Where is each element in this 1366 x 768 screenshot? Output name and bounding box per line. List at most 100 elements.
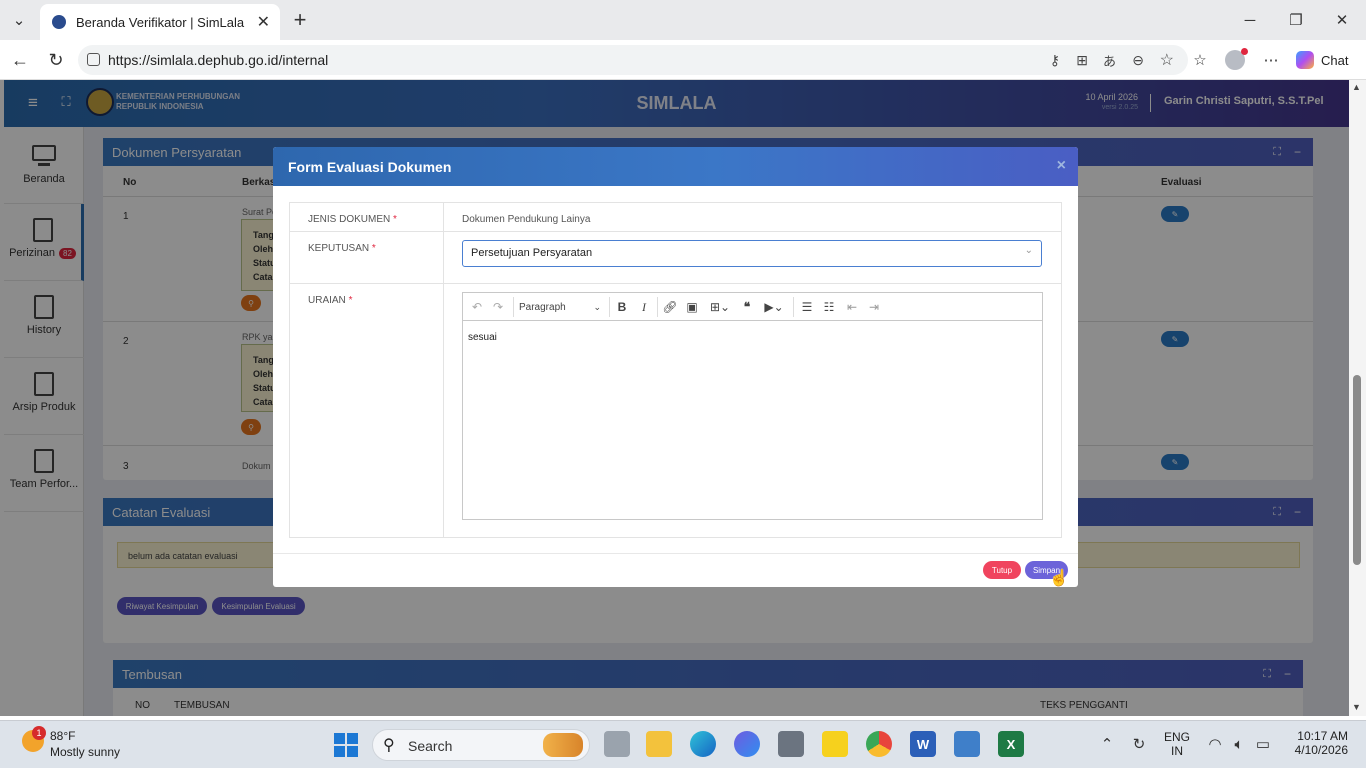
outdent-icon[interactable]: ⇤ <box>841 293 863 321</box>
copilot-icon <box>1296 51 1314 69</box>
camera-icon[interactable] <box>778 731 804 757</box>
new-tab-icon[interactable]: + <box>288 7 312 32</box>
copilot-app-icon[interactable] <box>734 731 760 757</box>
clock-time: 10:17 AM <box>1297 729 1348 743</box>
chevron-down-icon: ⌄ <box>593 301 601 312</box>
key-icon[interactable]: ⚷ <box>1050 52 1060 69</box>
divider <box>443 203 444 537</box>
windows-taskbar: 1 88°F Mostly sunny ⚲ Search W X ⌃ ↻ ENG… <box>0 720 1366 768</box>
divider <box>290 283 1061 284</box>
apps-icon[interactable]: ⊞ <box>1076 52 1088 69</box>
url-text: https://simlala.dephub.go.id/internal <box>108 52 329 68</box>
keputusan-label: KEPUTUSAN * <box>308 243 376 254</box>
notification-dot <box>1241 48 1248 55</box>
weather-desc[interactable]: Mostly sunny <box>50 745 120 759</box>
clock[interactable]: 10:17 AM 4/10/2026 <box>1286 729 1348 757</box>
numbered-list-icon[interactable]: ☷ <box>818 293 840 321</box>
image-upload-icon[interactable]: ▣ <box>681 293 703 321</box>
wifi-icon[interactable]: ◠ <box>1204 733 1226 755</box>
restore-icon[interactable]: ❐ <box>1284 8 1308 32</box>
close-tab-icon[interactable]: ✕ <box>257 12 270 32</box>
bulleted-list-icon[interactable]: ☰ <box>796 293 818 321</box>
battery-icon[interactable]: ▭ <box>1252 733 1274 755</box>
favorites-icon[interactable]: ☆ <box>1188 48 1212 72</box>
chrome-icon[interactable] <box>866 731 892 757</box>
back-icon[interactable]: ← <box>8 48 32 72</box>
windows-start-icon[interactable] <box>334 733 358 757</box>
weather-temp[interactable]: 88°F <box>50 729 75 743</box>
undo-icon[interactable]: ↶ <box>467 293 487 321</box>
browser-tab-bar: ⌄ Beranda Verifikator | SimLala ✕ + ─ ❐ … <box>0 0 1366 40</box>
excel-icon[interactable]: X <box>998 731 1024 757</box>
modal-header: Form Evaluasi Dokumen × <box>273 147 1078 186</box>
form-evaluasi-modal: Form Evaluasi Dokumen × JENIS DOKUMEN * … <box>273 147 1078 587</box>
modal-form: JENIS DOKUMEN * Dokumen Pendukung Lainya… <box>289 202 1062 538</box>
divider <box>290 231 1061 232</box>
refresh-icon[interactable]: ↻ <box>44 48 68 72</box>
browser-tab[interactable]: Beranda Verifikator | SimLala ✕ <box>40 4 280 40</box>
word-icon[interactable]: W <box>910 731 936 757</box>
page-scrollbar[interactable]: ▲ ▼ <box>1349 80 1366 716</box>
copilot-label: Chat <box>1321 52 1349 68</box>
media-embed-icon[interactable]: ▶⌄ <box>759 293 789 321</box>
table-icon[interactable]: ⊞⌄ <box>705 293 735 321</box>
mouse-cursor-icon: ☝ <box>1049 570 1069 587</box>
jenis-dokumen-label: JENIS DOKUMEN * <box>308 214 397 225</box>
calculator-icon[interactable] <box>954 731 980 757</box>
divider <box>513 297 514 317</box>
editor-toolbar: ↶ ↷ Paragraph ⌄ B I 🔗︎ ▣ ⊞⌄ ❝ ▶⌄ ☰ ☷ ⇤ ⇥ <box>463 293 1042 321</box>
volume-icon[interactable]: 🔈︎ <box>1228 733 1250 755</box>
modal-title: Form Evaluasi Dokumen <box>288 158 452 175</box>
profile-avatar[interactable] <box>1225 48 1248 70</box>
weather-badge: 1 <box>32 726 46 740</box>
language-indicator[interactable]: ENG IN <box>1164 730 1190 758</box>
search-highlight-icon <box>543 733 583 757</box>
divider <box>793 297 794 317</box>
scroll-up-icon[interactable]: ▲ <box>1352 82 1361 92</box>
bold-icon[interactable]: B <box>612 293 632 321</box>
search-placeholder: Search <box>408 738 453 754</box>
keputusan-select[interactable]: Persetujuan Persyaratan ⌄ <box>462 240 1042 267</box>
jenis-dokumen-value: Dokumen Pendukung Lainya <box>462 214 591 225</box>
divider <box>657 297 658 317</box>
scroll-down-icon[interactable]: ▼ <box>1352 702 1361 712</box>
favorite-star-icon[interactable]: ☆ <box>1160 50 1174 70</box>
sticky-notes-icon[interactable] <box>822 731 848 757</box>
weather-sun-icon[interactable]: 1 <box>22 726 46 752</box>
tab-title: Beranda Verifikator | SimLala <box>76 14 245 30</box>
search-icon: ⚲ <box>383 737 395 754</box>
chevron-down-icon: ⌄ <box>1024 245 1033 256</box>
taskbar-search[interactable]: ⚲ Search <box>372 729 590 761</box>
zoom-icon[interactable]: ⊖ <box>1132 52 1144 69</box>
editor-content[interactable]: sesuai <box>468 332 497 343</box>
site-info-icon[interactable] <box>87 53 100 66</box>
modal-close-icon[interactable]: × <box>1057 157 1066 175</box>
edge-icon[interactable] <box>690 731 716 757</box>
link-icon[interactable]: 🔗︎ <box>660 293 680 321</box>
sync-icon[interactable]: ↻ <box>1128 733 1150 755</box>
clock-date: 4/10/2026 <box>1294 743 1348 757</box>
file-explorer-icon[interactable] <box>646 731 672 757</box>
uraian-editor: ↶ ↷ Paragraph ⌄ B I 🔗︎ ▣ ⊞⌄ ❝ ▶⌄ ☰ ☷ ⇤ ⇥… <box>462 292 1043 520</box>
url-field[interactable]: https://simlala.dephub.go.id/internal ☆ … <box>78 45 1188 75</box>
minimize-icon[interactable]: ─ <box>1238 8 1262 32</box>
tab-list-chevron-icon[interactable]: ⌄ <box>8 10 30 30</box>
scrollbar-thumb[interactable] <box>1353 375 1361 565</box>
copilot-chat-button[interactable]: Chat <box>1296 48 1360 72</box>
close-window-icon[interactable]: ✕ <box>1330 8 1354 32</box>
blockquote-icon[interactable]: ❝ <box>737 293 757 321</box>
tray-expand-icon[interactable]: ⌃ <box>1098 733 1116 755</box>
keputusan-selected-value: Persetujuan Persyaratan <box>471 247 593 259</box>
more-icon[interactable]: ⋯ <box>1259 48 1283 72</box>
favicon-icon <box>52 15 66 29</box>
redo-icon[interactable]: ↷ <box>488 293 508 321</box>
translate-icon[interactable]: あ <box>1103 51 1116 70</box>
italic-icon[interactable]: I <box>634 293 654 321</box>
tutup-button[interactable]: Tutup <box>983 561 1021 579</box>
uraian-label: URAIAN * <box>308 295 353 306</box>
indent-icon[interactable]: ⇥ <box>863 293 885 321</box>
paragraph-format-select[interactable]: Paragraph ⌄ <box>515 293 605 321</box>
task-view-icon[interactable] <box>604 731 630 757</box>
divider <box>609 297 610 317</box>
address-bar-row: ← ↻ https://simlala.dephub.go.id/interna… <box>0 40 1366 80</box>
